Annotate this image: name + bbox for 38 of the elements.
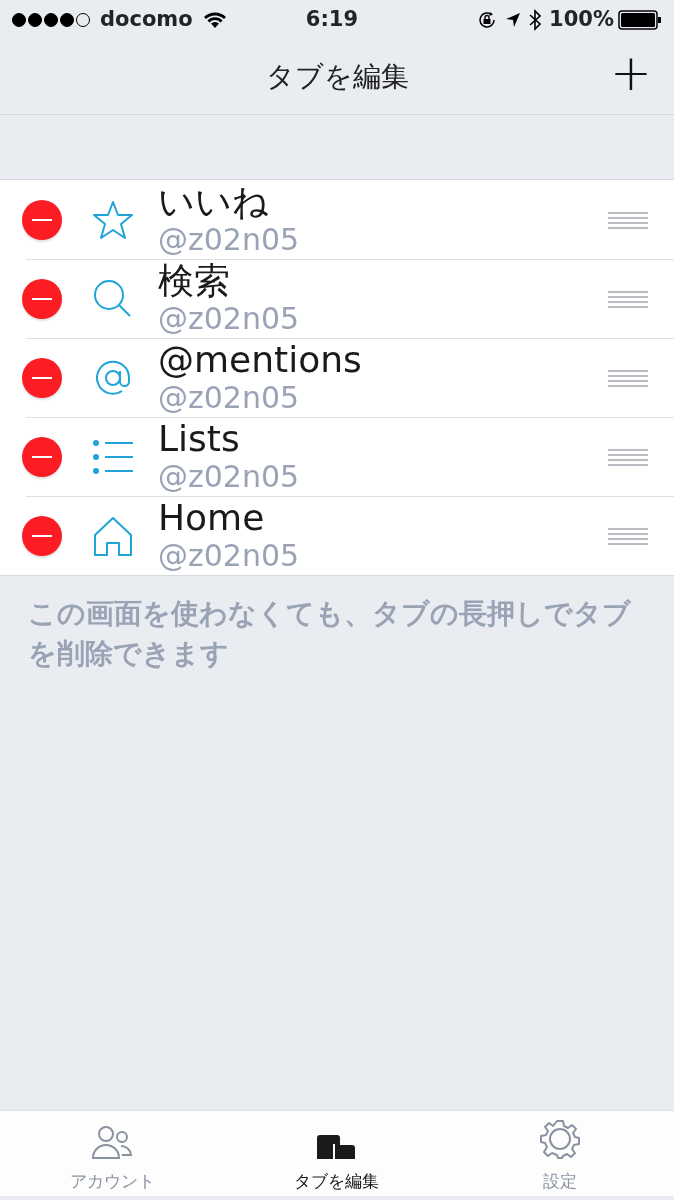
tab-name: Home xyxy=(158,498,266,538)
tab-name: Lists xyxy=(158,419,241,459)
battery-text: 100% xyxy=(549,6,614,34)
account-name: @z02n05 xyxy=(158,221,300,258)
home-icon xyxy=(92,515,134,557)
add-button[interactable]: + xyxy=(610,48,652,98)
carrier-text: docomo xyxy=(100,6,193,34)
drag-handle-icon[interactable] xyxy=(608,369,648,387)
tab-name: いいね xyxy=(158,181,270,222)
delete-button[interactable] xyxy=(22,516,62,556)
drag-handle-icon[interactable] xyxy=(608,210,648,229)
delete-button[interactable] xyxy=(22,358,62,398)
tab-name: 検索 xyxy=(158,261,231,301)
location-arrow-icon xyxy=(505,12,522,28)
tab-bar-item[interactable]: タブを編集 xyxy=(224,1111,448,1196)
screen-title: タブを編集 xyxy=(265,59,409,95)
drag-handle-icon[interactable] xyxy=(608,448,648,466)
wifi-icon xyxy=(202,11,227,29)
list-icon xyxy=(92,437,134,477)
rotation-lock-icon xyxy=(477,10,498,30)
people-icon xyxy=(91,1125,133,1159)
hint-text: この画面を使わなくても、タブの長押しでタブを削除できます xyxy=(27,596,632,672)
account-name: @z02n05 xyxy=(158,538,300,574)
delete-button[interactable] xyxy=(22,279,62,319)
drag-handle-icon[interactable] xyxy=(608,527,648,545)
tabs-icon xyxy=(317,1135,355,1159)
bluetooth-icon xyxy=(529,9,542,31)
account-name: @z02n05 xyxy=(158,459,300,495)
delete-button[interactable] xyxy=(22,437,62,477)
account-name: @z02n05 xyxy=(158,301,300,337)
clock-text: 6:19 xyxy=(304,6,359,34)
star-icon xyxy=(92,199,134,240)
battery-icon xyxy=(618,10,662,30)
delete-button[interactable] xyxy=(22,199,62,240)
account-name: @z02n05 xyxy=(158,380,301,416)
settings-icon xyxy=(540,1119,580,1159)
drag-handle-icon[interactable] xyxy=(608,290,648,308)
tab-name: @mentions xyxy=(158,340,362,380)
